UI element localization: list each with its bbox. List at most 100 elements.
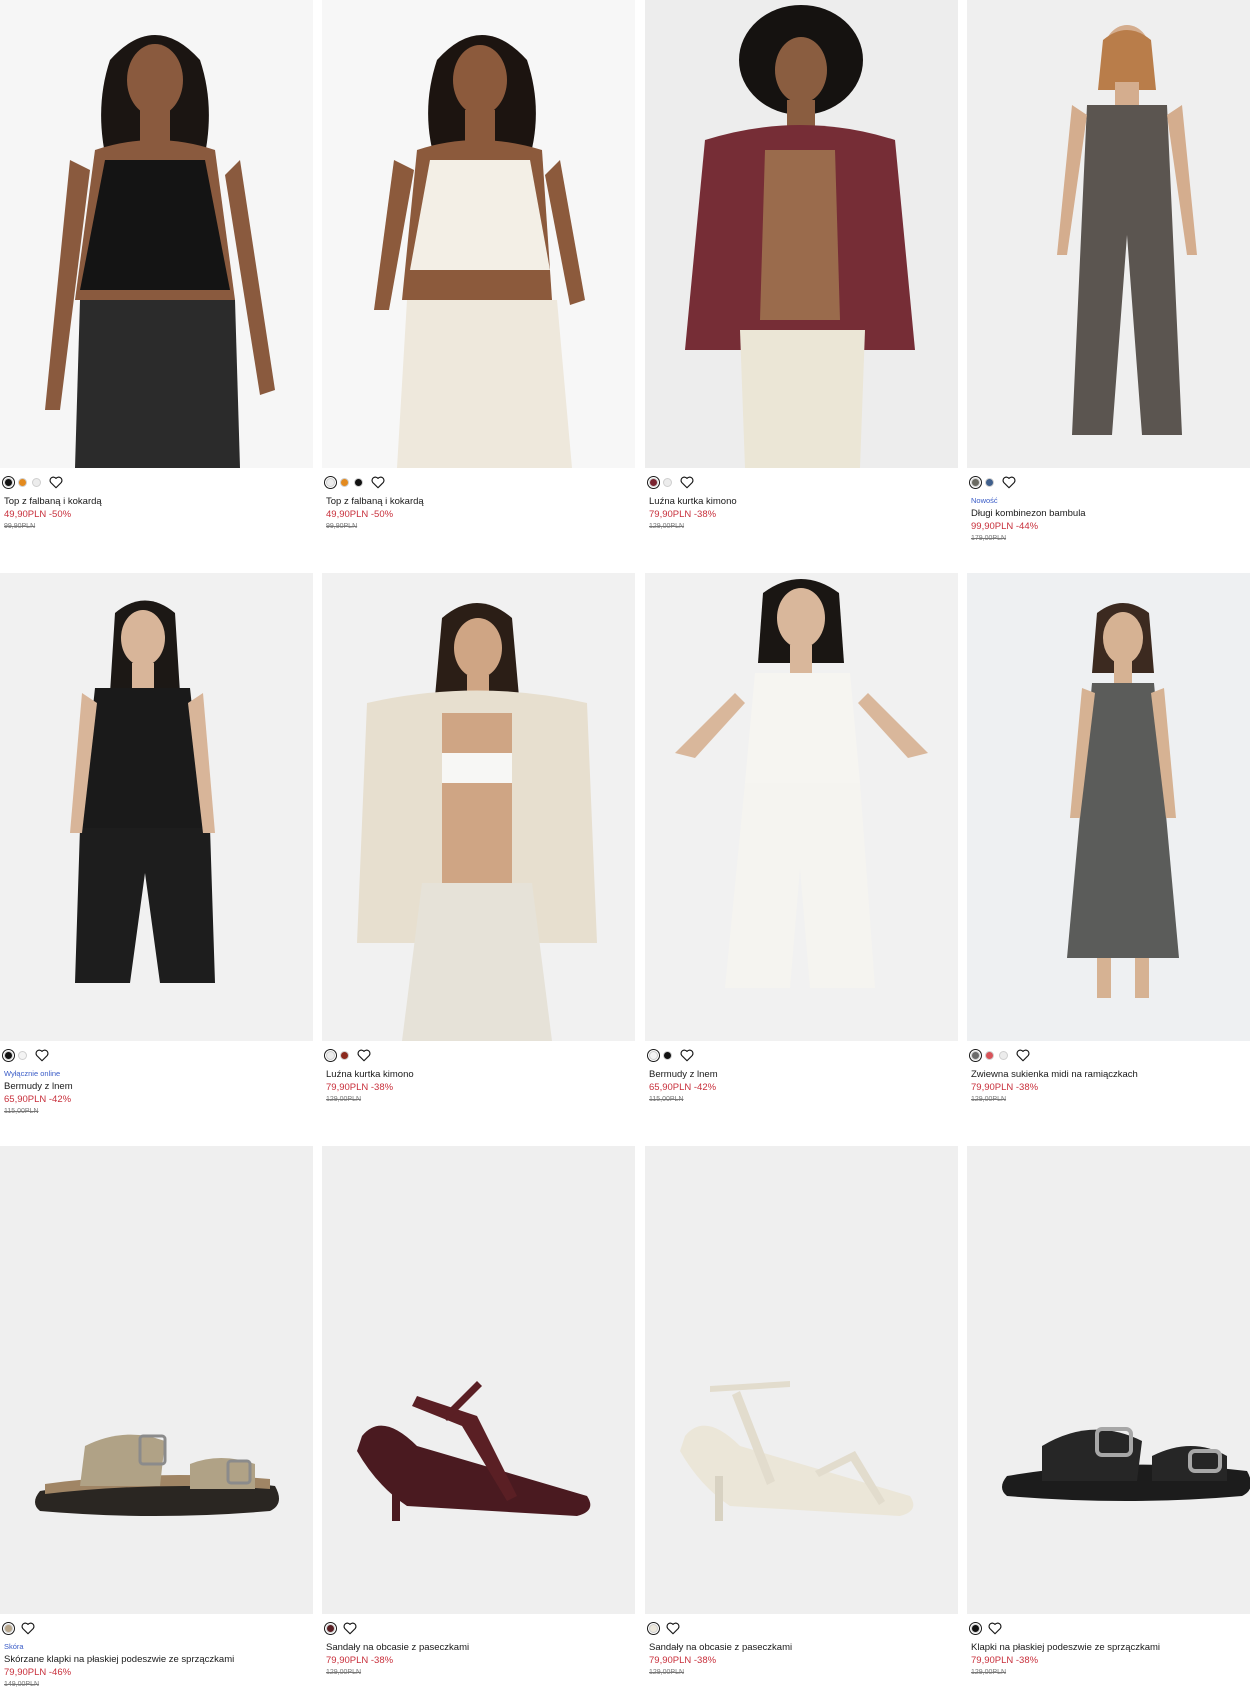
color-swatch[interactable] (985, 478, 994, 487)
color-swatch[interactable] (999, 1051, 1008, 1060)
product-name[interactable]: Zwiewna sukienka midi na ramiączkach (971, 1068, 1250, 1081)
color-swatch[interactable] (649, 1051, 658, 1060)
color-swatch[interactable] (326, 1051, 335, 1060)
wishlist-heart-icon[interactable] (49, 476, 63, 489)
product-old-price: 129,00PLN (649, 523, 685, 530)
product-old-price: 129,00PLN (971, 1096, 1007, 1103)
product-card[interactable]: Top z falbaną i kokardą 49,90PLN -50% 99… (0, 0, 313, 530)
color-swatch[interactable] (354, 478, 363, 487)
product-name[interactable]: Luźna kurtka kimono (326, 1068, 631, 1081)
product-photo-sandal (0, 1146, 313, 1614)
product-name[interactable]: Luźna kurtka kimono (649, 495, 954, 508)
product-name[interactable]: Sandały na obcasie z paseczkami (649, 1641, 954, 1654)
product-name[interactable]: Sandały na obcasie z paseczkami (326, 1641, 631, 1654)
product-card[interactable]: Top z falbaną i kokardą 49,90PLN -50% 99… (322, 0, 635, 530)
color-swatch[interactable] (340, 1051, 349, 1060)
color-swatch[interactable] (971, 478, 980, 487)
product-image[interactable] (967, 0, 1250, 468)
product-price: 79,90PLN -38% (649, 509, 717, 520)
product-old-price: 115,00PLN (649, 1096, 684, 1103)
product-old-price: 99,90PLN (4, 523, 36, 530)
wishlist-heart-icon[interactable] (1002, 476, 1016, 489)
wishlist-heart-icon[interactable] (1016, 1049, 1030, 1062)
product-info: Zwiewna sukienka midi na ramiączkach 79,… (971, 1068, 1250, 1105)
color-swatches (649, 476, 694, 489)
product-price: 79,90PLN -38% (326, 1655, 394, 1666)
product-image[interactable] (0, 573, 313, 1041)
color-swatch[interactable] (663, 478, 672, 487)
product-photo-model (0, 0, 313, 468)
product-photo-model (0, 573, 313, 1041)
product-info: Bermudy z lnem 65,90PLN -42% 115,00PLN (649, 1068, 954, 1105)
product-info: Nowość Długi kombinezon bambula 99,90PLN… (971, 495, 1250, 544)
product-card[interactable]: Bermudy z lnem 65,90PLN -42% 115,00PLN (645, 573, 958, 1103)
wishlist-heart-icon[interactable] (680, 476, 694, 489)
color-swatch[interactable] (18, 478, 27, 487)
color-swatch[interactable] (971, 1051, 980, 1060)
product-price: 99,90PLN -44% (971, 521, 1039, 532)
color-swatch[interactable] (4, 478, 13, 487)
color-swatch[interactable] (649, 478, 658, 487)
wishlist-heart-icon[interactable] (343, 1622, 357, 1635)
color-swatch[interactable] (649, 1624, 658, 1633)
color-swatches (326, 1049, 371, 1062)
product-image[interactable] (645, 0, 958, 468)
product-name[interactable]: Top z falbaną i kokardą (326, 495, 631, 508)
product-photo-model (645, 0, 958, 468)
product-tag: Nowość (971, 496, 998, 505)
product-image[interactable] (967, 573, 1250, 1041)
product-card[interactable]: Luźna kurtka kimono 79,90PLN -38% 129,00… (322, 573, 635, 1103)
product-name[interactable]: Skórzane klapki na płaskiej podeszwie ze… (4, 1653, 309, 1666)
product-image[interactable] (322, 0, 635, 468)
product-image[interactable] (967, 1146, 1250, 1614)
color-swatch[interactable] (326, 1624, 335, 1633)
wishlist-heart-icon[interactable] (21, 1622, 35, 1635)
product-card[interactable]: Nowość Długi kombinezon bambula 99,90PLN… (967, 0, 1250, 542)
product-info: Luźna kurtka kimono 79,90PLN -38% 129,00… (326, 1068, 631, 1105)
product-card[interactable]: Skóra Skórzane klapki na płaskiej podesz… (0, 1146, 313, 1688)
color-swatch[interactable] (18, 1051, 27, 1060)
wishlist-heart-icon[interactable] (357, 1049, 371, 1062)
product-image[interactable] (645, 1146, 958, 1614)
product-card[interactable]: Luźna kurtka kimono 79,90PLN -38% 129,00… (645, 0, 958, 530)
product-info: Wyłącznie online Bermudy z lnem 65,90PLN… (4, 1068, 309, 1117)
product-card[interactable]: Klapki na płaskiej podeszwie ze sprzączk… (967, 1146, 1250, 1676)
product-name[interactable]: Bermudy z lnem (4, 1080, 309, 1093)
product-old-price: 129,00PLN (649, 1669, 685, 1676)
product-price: 65,90PLN -42% (4, 1094, 72, 1105)
color-swatch[interactable] (663, 1051, 672, 1060)
product-old-price: 149,00PLN (4, 1681, 40, 1688)
product-card[interactable]: Zwiewna sukienka midi na ramiączkach 79,… (967, 573, 1250, 1103)
product-image[interactable] (645, 573, 958, 1041)
wishlist-heart-icon[interactable] (35, 1049, 49, 1062)
product-price: 79,90PLN -38% (649, 1655, 717, 1666)
color-swatch[interactable] (340, 478, 349, 487)
color-swatch[interactable] (4, 1051, 13, 1060)
product-name[interactable]: Klapki na płaskiej podeszwie ze sprzączk… (971, 1641, 1250, 1654)
wishlist-heart-icon[interactable] (988, 1622, 1002, 1635)
product-card[interactable]: Sandały na obcasie z paseczkami 79,90PLN… (645, 1146, 958, 1676)
product-card[interactable]: Sandały na obcasie z paseczkami 79,90PLN… (322, 1146, 635, 1676)
color-swatch[interactable] (4, 1624, 13, 1633)
wishlist-heart-icon[interactable] (371, 476, 385, 489)
product-card[interactable]: Wyłącznie online Bermudy z lnem 65,90PLN… (0, 573, 313, 1115)
product-image[interactable] (322, 573, 635, 1041)
color-swatch[interactable] (971, 1624, 980, 1633)
product-image[interactable] (0, 1146, 313, 1614)
color-swatch[interactable] (32, 478, 41, 487)
product-name[interactable]: Długi kombinezon bambula (971, 507, 1250, 520)
product-info: Top z falbaną i kokardą 49,90PLN -50% 99… (4, 495, 309, 532)
product-name[interactable]: Bermudy z lnem (649, 1068, 954, 1081)
color-swatch[interactable] (326, 478, 335, 487)
product-price: 49,90PLN -50% (326, 509, 394, 520)
wishlist-heart-icon[interactable] (680, 1049, 694, 1062)
color-swatches (4, 1622, 35, 1635)
color-swatch[interactable] (985, 1051, 994, 1060)
product-photo-model (645, 573, 958, 1041)
product-image[interactable] (0, 0, 313, 468)
product-info: Luźna kurtka kimono 79,90PLN -38% 129,00… (649, 495, 954, 532)
product-tag: Skóra (4, 1642, 24, 1651)
product-image[interactable] (322, 1146, 635, 1614)
product-name[interactable]: Top z falbaną i kokardą (4, 495, 309, 508)
wishlist-heart-icon[interactable] (666, 1622, 680, 1635)
